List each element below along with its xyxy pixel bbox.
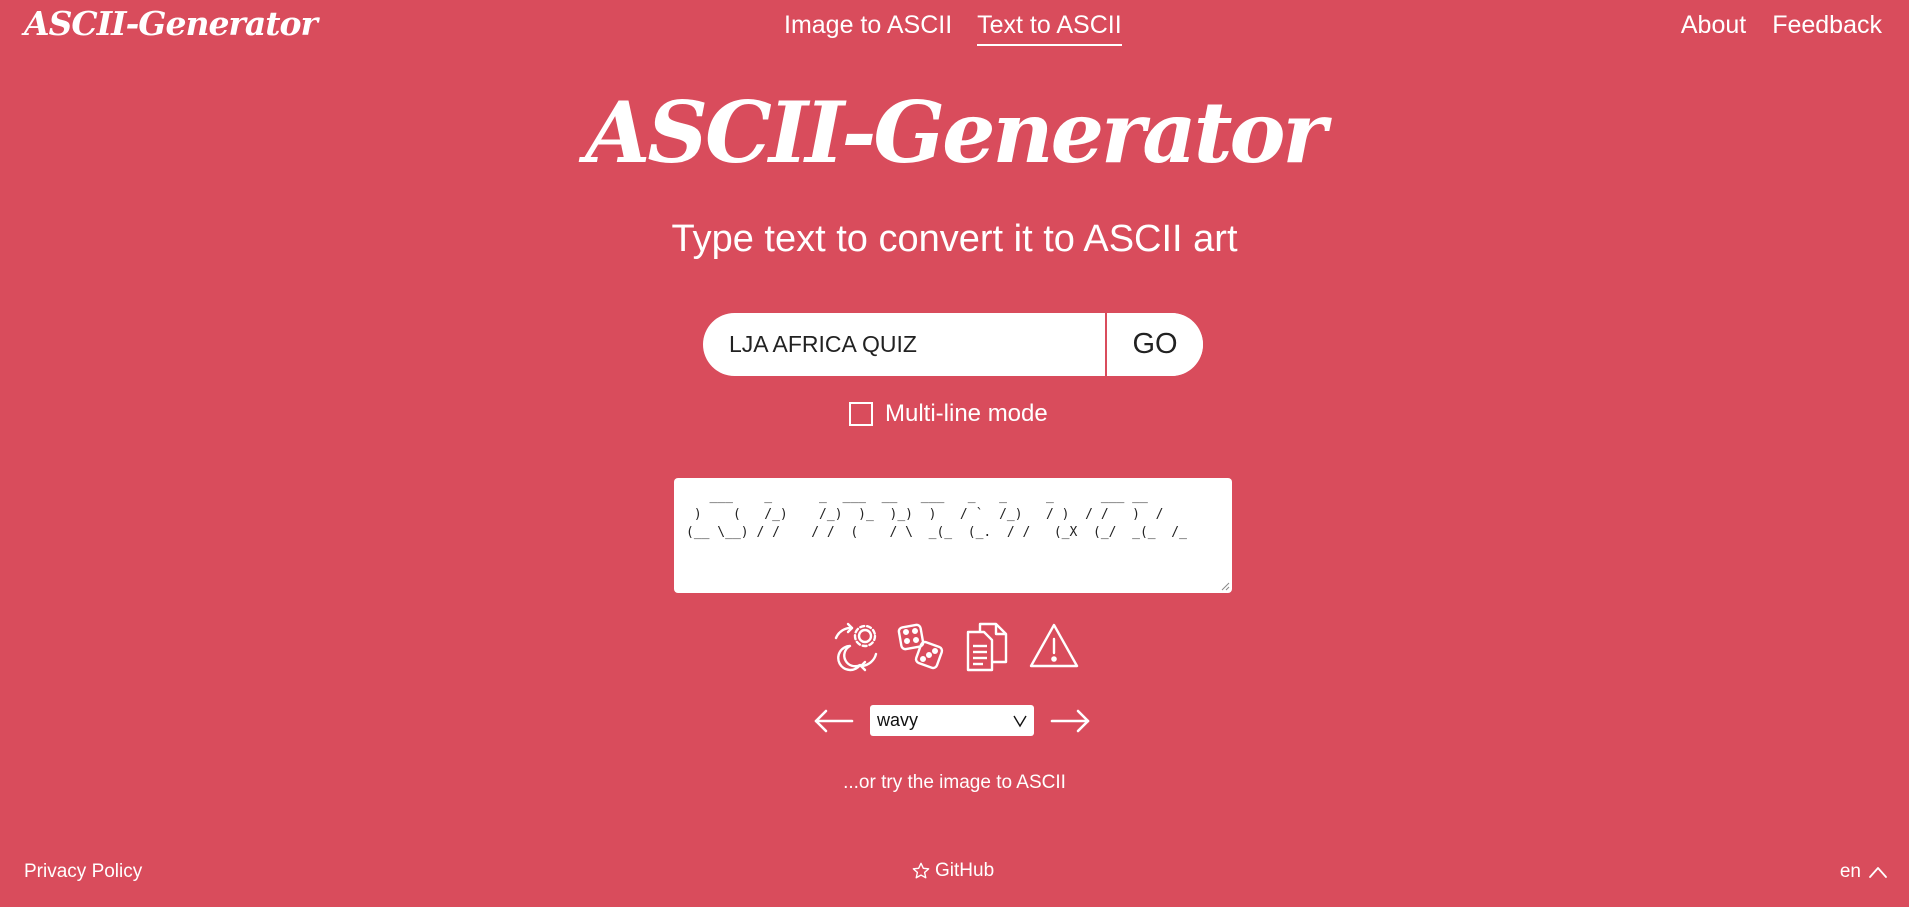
font-selector-row: wavy [812, 705, 1092, 736]
secondary-nav: About Feedback [1681, 11, 1882, 44]
font-select[interactable]: wavy [870, 705, 1034, 736]
brand-logo[interactable]: ASCII-Generator [24, 4, 318, 43]
copy-icon[interactable] [962, 620, 1014, 672]
privacy-policy-link[interactable]: Privacy Policy [24, 861, 142, 883]
text-input-group: GO [703, 313, 1203, 376]
github-label: GitHub [935, 860, 995, 881]
main-nav: Image to ASCII Text to ASCII [784, 11, 1122, 46]
next-font-arrow-icon[interactable] [1048, 706, 1092, 736]
multiline-toggle[interactable]: Multi-line mode [849, 400, 1048, 428]
nav-image-to-ascii[interactable]: Image to ASCII [784, 11, 952, 46]
theme-toggle-icon[interactable] [830, 620, 882, 672]
star-icon [912, 862, 930, 879]
ascii-output-text: ___ _ _ ___ __ ___ _ _ _ ___ __ ) ( /_) … [686, 489, 1187, 540]
warning-icon[interactable] [1028, 620, 1080, 672]
ascii-output[interactable]: ___ _ _ ___ __ ___ _ _ _ ___ __ ) ( /_) … [674, 478, 1232, 593]
multiline-label: Multi-line mode [885, 400, 1048, 427]
multiline-checkbox[interactable] [849, 402, 873, 426]
language-selector[interactable]: en [1840, 861, 1887, 883]
language-label: en [1839, 861, 1861, 882]
dice-icon[interactable] [896, 620, 948, 672]
tool-bar [830, 620, 1080, 672]
font-select-value: wavy [877, 710, 919, 730]
github-link[interactable]: GitHub [912, 860, 994, 882]
previous-font-arrow-icon[interactable] [812, 706, 856, 736]
page-title: ASCII-Generator [585, 83, 1327, 182]
image-to-ascii-link[interactable]: ...or try the image to ASCII [0, 772, 1909, 794]
resize-grip-icon[interactable] [1220, 581, 1230, 591]
chevron-up-icon [1869, 867, 1887, 878]
nav-about[interactable]: About [1681, 11, 1746, 44]
go-button[interactable]: GO [1105, 313, 1203, 376]
page-subtitle: Type text to convert it to ASCII art [671, 218, 1238, 260]
chevron-down-icon [1013, 715, 1027, 727]
text-input[interactable] [703, 313, 1105, 376]
nav-text-to-ascii[interactable]: Text to ASCII [977, 11, 1122, 46]
nav-feedback[interactable]: Feedback [1772, 11, 1882, 44]
